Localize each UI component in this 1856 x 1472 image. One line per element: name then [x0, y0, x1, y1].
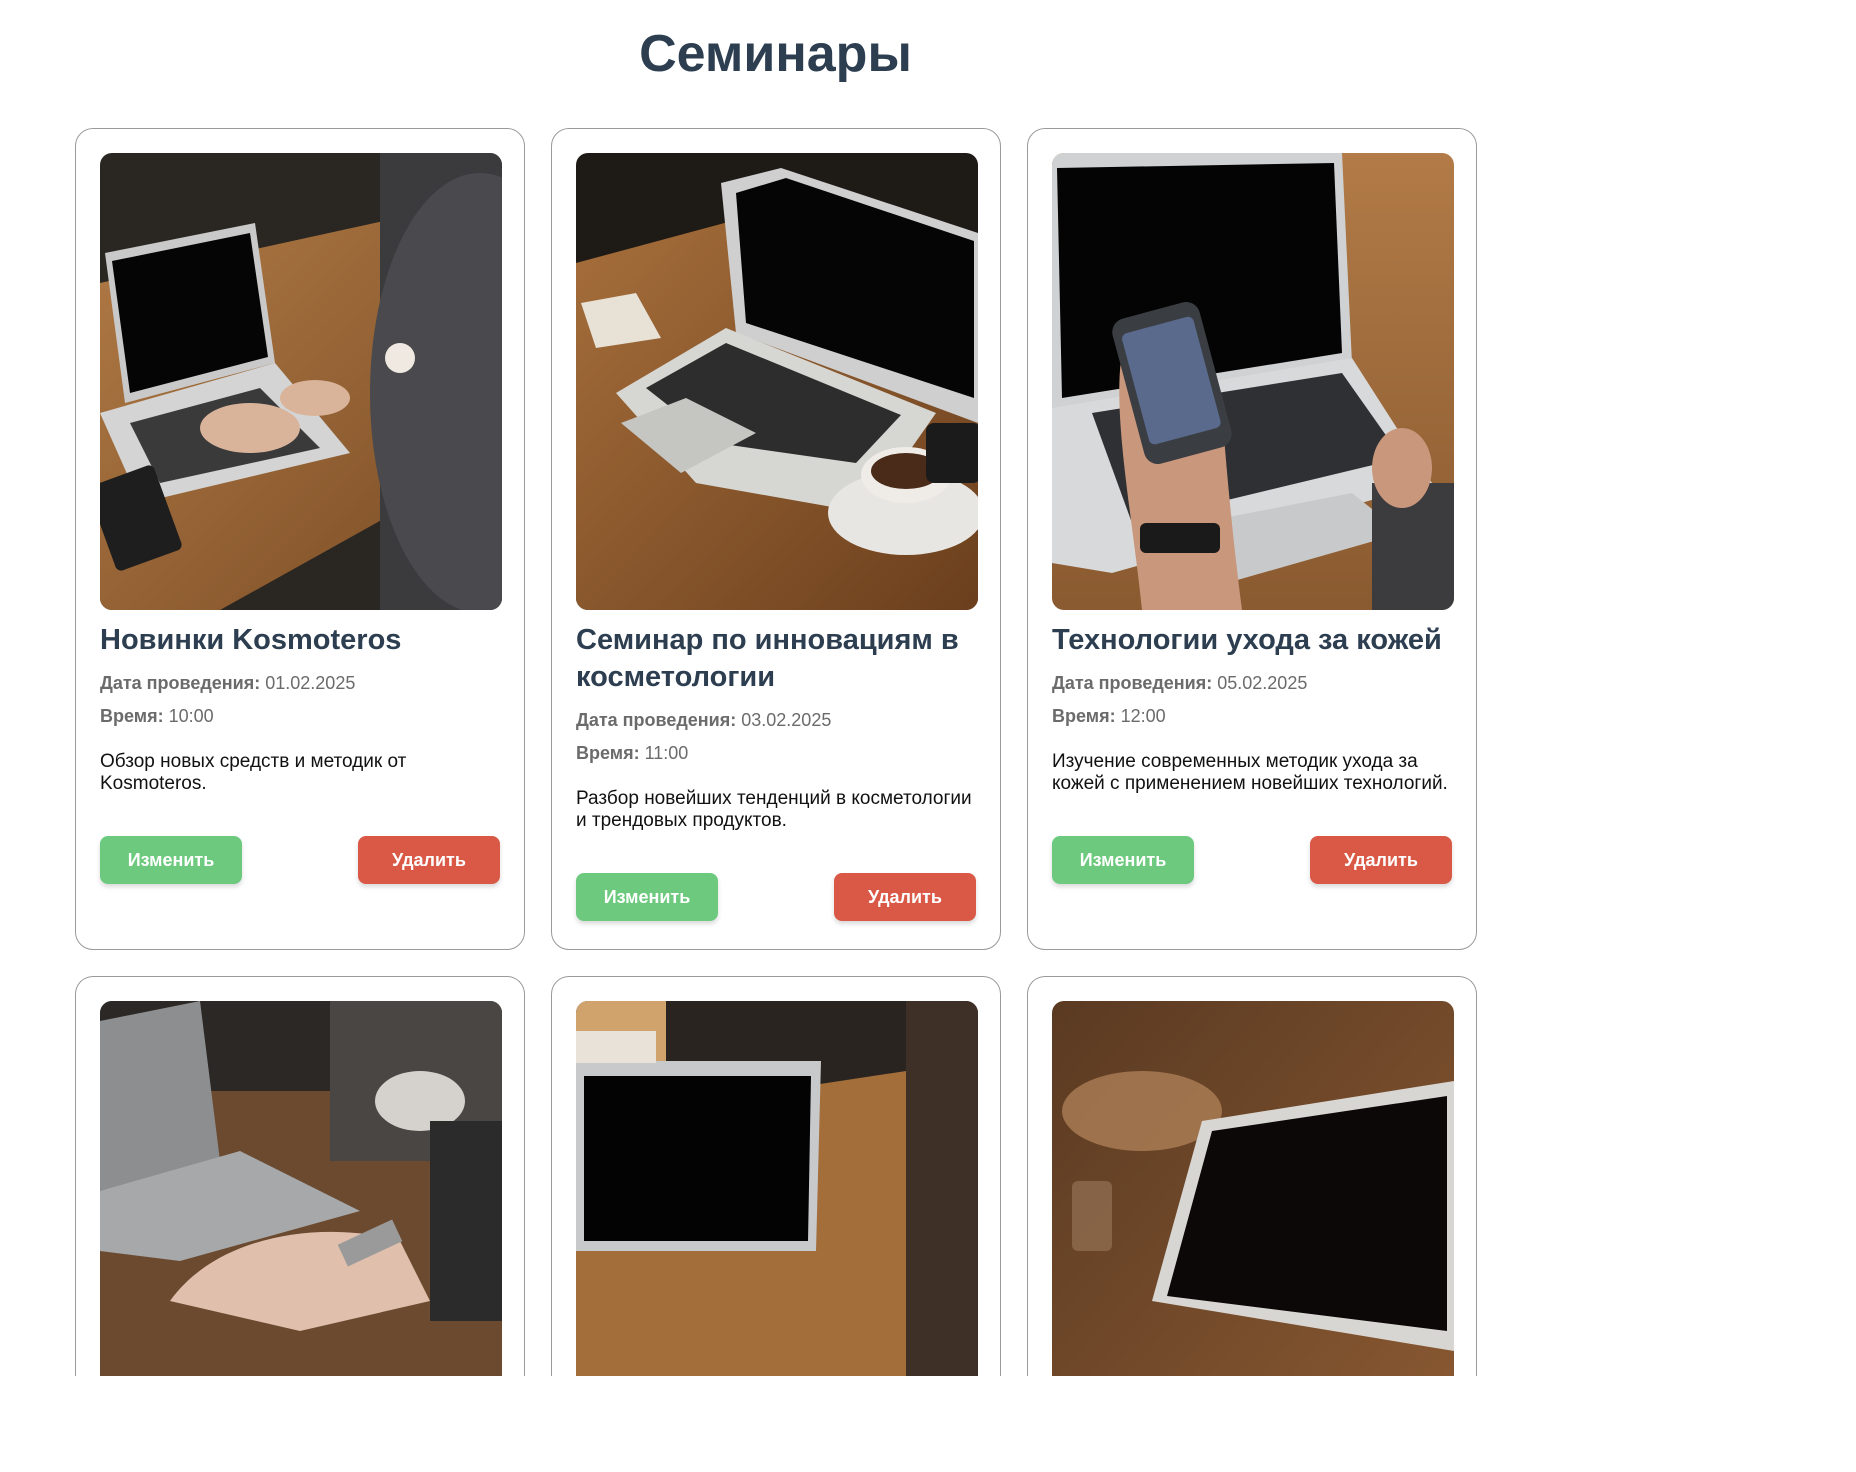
seminar-card [1027, 976, 1477, 1376]
seminar-photo [576, 1001, 978, 1376]
seminar-title: Семинар по инновациям в косметологии [576, 624, 959, 693]
seminar-card [551, 976, 1001, 1376]
seminar-grid: Новинки Kosmoteros Дата проведения: 01.0… [75, 128, 1477, 1376]
card-actions: Изменить Удалить [576, 873, 976, 921]
seminar-description: Разбор новейших тенденций в косметологии… [576, 788, 972, 831]
time-value: 12:00 [1120, 706, 1166, 726]
seminar-time: Время: 10:00 [100, 700, 500, 733]
seminar-photo [1052, 1001, 1454, 1376]
seminar-card [75, 976, 525, 1376]
seminar-date: Дата проведения: 05.02.2025 [1052, 667, 1452, 700]
seminar-description: Обзор новых средств и методик от Kosmote… [100, 751, 407, 794]
date-label: Дата проведения: [100, 673, 261, 693]
edit-button[interactable]: Изменить [100, 836, 242, 884]
seminar-card: Семинар по инновациям в косметологии Дат… [551, 128, 1001, 950]
seminar-description: Изучение современных методик ухода за ко… [1052, 751, 1448, 794]
seminar-card: Новинки Kosmoteros Дата проведения: 01.0… [75, 128, 525, 950]
date-value: 03.02.2025 [741, 710, 832, 730]
seminar-date: Дата проведения: 03.02.2025 [576, 704, 976, 737]
date-value: 05.02.2025 [1217, 673, 1308, 693]
delete-button[interactable]: Удалить [834, 873, 976, 921]
delete-button[interactable]: Удалить [1310, 836, 1452, 884]
seminar-date: Дата проведения: 01.02.2025 [100, 667, 500, 700]
seminar-time: Время: 12:00 [1052, 700, 1452, 733]
time-label: Время: [576, 743, 640, 763]
seminar-photo [100, 1001, 502, 1376]
seminar-title: Технологии ухода за кожей [1052, 624, 1442, 656]
time-value: 11:00 [644, 743, 689, 763]
edit-button[interactable]: Изменить [576, 873, 718, 921]
seminar-photo [576, 153, 978, 610]
delete-button[interactable]: Удалить [358, 836, 500, 884]
seminar-card: Технологии ухода за кожей Дата проведени… [1027, 128, 1477, 950]
edit-button[interactable]: Изменить [1052, 836, 1194, 884]
date-label: Дата проведения: [1052, 673, 1213, 693]
seminar-time: Время: 11:00 [576, 737, 976, 770]
seminar-photo [1052, 153, 1454, 610]
card-actions: Изменить Удалить [100, 836, 500, 884]
time-label: Время: [100, 706, 164, 726]
time-label: Время: [1052, 706, 1116, 726]
date-value: 01.02.2025 [265, 673, 356, 693]
seminar-photo [100, 153, 502, 610]
seminar-title: Новинки Kosmoteros [100, 624, 402, 656]
date-label: Дата проведения: [576, 710, 737, 730]
time-value: 10:00 [168, 706, 214, 726]
page-title: Семинары [639, 25, 912, 83]
card-actions: Изменить Удалить [1052, 836, 1452, 884]
